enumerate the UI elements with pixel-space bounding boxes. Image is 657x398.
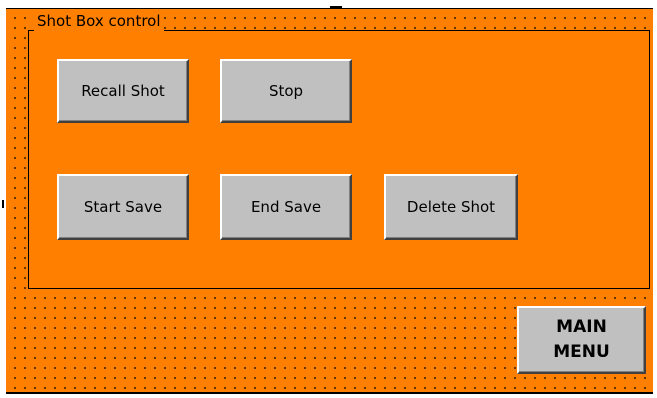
delete-shot-button[interactable]: Delete Shot xyxy=(384,174,518,240)
groupbox-caption: Shot Box control xyxy=(34,11,164,31)
main-menu-button[interactable]: MAIN MENU xyxy=(517,306,646,374)
end-save-button[interactable]: End Save xyxy=(220,174,352,240)
start-save-button[interactable]: Start Save xyxy=(57,174,189,240)
main-menu-label-line2: MENU xyxy=(553,342,610,362)
main-menu-label-line1: MAIN xyxy=(556,317,607,337)
stop-button[interactable]: Stop xyxy=(220,59,352,123)
recall-shot-button[interactable]: Recall Shot xyxy=(57,59,189,123)
left-edge-marker xyxy=(2,200,4,208)
